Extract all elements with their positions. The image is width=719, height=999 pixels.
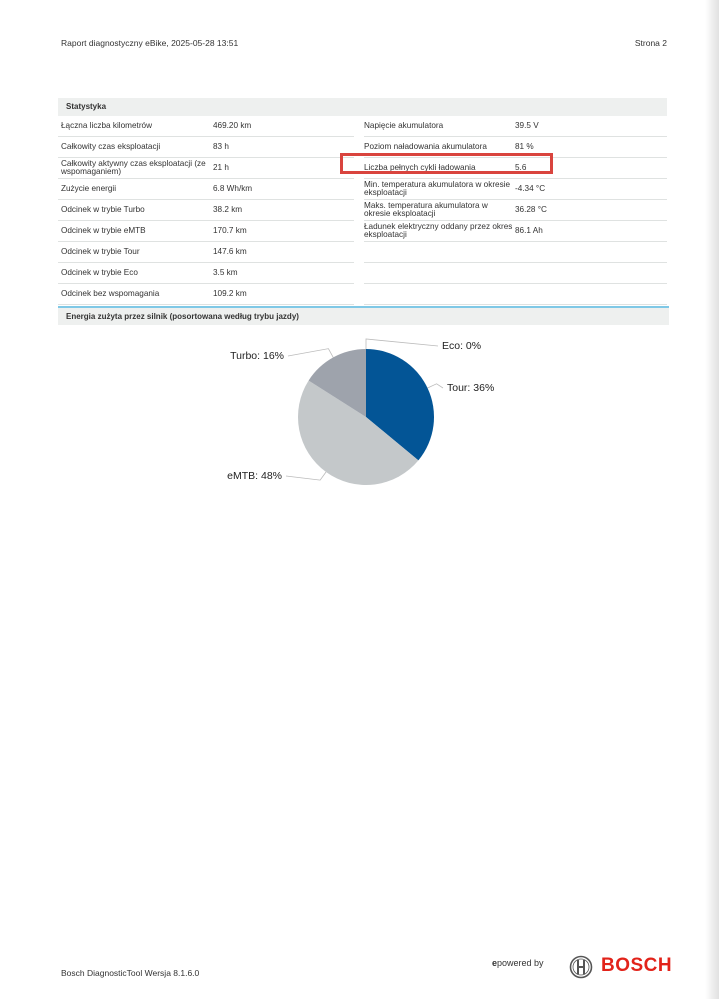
stat-label: Zużycie energii xyxy=(61,184,117,193)
stat-label: Łączna liczba kilometrów xyxy=(61,121,153,130)
stat-value xyxy=(515,242,575,262)
pie-label-turbo: Turbo: 16% xyxy=(230,350,284,362)
stat-value: 39.5 V xyxy=(515,121,539,130)
stat-value xyxy=(515,284,575,304)
page-edge-shadow xyxy=(705,0,719,999)
stat-label: Odcinek w trybie Eco xyxy=(61,268,138,277)
energy-pie-chart: Eco: 0% Tour: 36% eMTB: 48% Turbo: 16% xyxy=(227,338,494,486)
pie-label-eco: Eco: 0% xyxy=(442,340,481,352)
powered-by: epowered by xyxy=(492,958,544,968)
table-row: Łączna liczba kilometrów 469.20 km Napięci… xyxy=(58,116,667,137)
tool-version: Bosch DiagnosticTool Wersja 8.1.6.0 xyxy=(61,968,200,978)
stat-value: 3.5 km xyxy=(213,268,238,277)
pie-leader-line xyxy=(365,338,439,349)
statistics-rows: Łączna liczba kilometrów 469.20 km Napięci… xyxy=(58,116,667,305)
pie-label-tour: Tour: 36% xyxy=(447,382,494,394)
table-row: Odcinek w trybie Tour 147.6 km xyxy=(58,242,667,263)
table-row: Odcinek w trybie eMTB 170.7 km Ładunek ele… xyxy=(58,221,667,242)
energy-section-heading: Energia zużyta przez silnik (posortowana… xyxy=(58,306,669,325)
stat-value: 38.2 km xyxy=(213,205,243,214)
table-row: Odcinek w trybie Turbo 38.2 km Maks. tempe… xyxy=(58,200,667,221)
bosch-armature-icon xyxy=(569,955,593,979)
stat-label: Całkowity aktywny czas eksploatacji (ze … xyxy=(61,159,206,176)
page-header: Raport diagnostyczny eBike, 2025-05-28 1… xyxy=(61,38,667,50)
stat-label: Całkowity czas eksploatacji xyxy=(61,142,161,151)
stat-value xyxy=(515,263,575,283)
stat-value: 86.1 Ah xyxy=(515,226,543,235)
stat-label: Odcinek w trybie Turbo xyxy=(61,205,145,214)
stat-value: -4.34 °C xyxy=(515,184,546,193)
stat-label: Maks. temperatura akumulatora w okresie … xyxy=(364,201,488,218)
stat-label: Odcinek w trybie eMTB xyxy=(61,226,146,235)
stat-label: Odcinek w trybie Tour xyxy=(61,247,140,256)
stat-label: Min. temperatura akumulatora w okresie e… xyxy=(364,180,511,197)
stat-label xyxy=(364,242,514,262)
stat-label xyxy=(364,284,514,304)
stat-label xyxy=(364,263,514,283)
pie-leader-line xyxy=(287,348,334,358)
table-row: Odcinek bez wspomagania 109.2 km xyxy=(58,284,667,305)
stat-value: 6.8 Wh/km xyxy=(213,184,253,193)
report-title: Raport diagnostyczny eBike, 2025-05-28 1… xyxy=(61,38,239,48)
table-row: Odcinek w trybie Eco 3.5 km xyxy=(58,263,667,284)
stat-label: Odcinek bez wspomagania xyxy=(61,289,160,298)
stat-value: 109.2 km xyxy=(213,289,247,298)
stat-label: Napięcie akumulatora xyxy=(364,121,444,130)
table-row: Zużycie energii 6.8 Wh/km Min. temperatura… xyxy=(58,179,667,200)
pie-leader-line xyxy=(427,383,444,389)
stat-value: 21 h xyxy=(213,163,229,172)
pie-label-emtb: eMTB: 48% xyxy=(227,470,282,482)
pie-leader-line xyxy=(285,471,327,481)
statistics-table: Statystyka Łączna liczba kilometrów 469.2… xyxy=(58,98,667,305)
stat-value: 170.7 km xyxy=(213,226,247,235)
bosch-logo: BOSCH xyxy=(601,955,673,976)
statistics-heading: Statystyka xyxy=(58,98,667,116)
powered-text: powered by xyxy=(497,958,544,968)
stat-value: 36.28 °C xyxy=(515,205,547,214)
page-number: Strona 2 xyxy=(634,38,667,48)
charge-cycles-highlight xyxy=(340,153,553,174)
stat-value: 469.20 km xyxy=(213,121,252,130)
stat-value: 147.6 km xyxy=(213,247,247,256)
stat-label: Ładunek elektryczny oddany przez okres e… xyxy=(364,222,513,239)
stat-value: 83 h xyxy=(213,142,229,151)
